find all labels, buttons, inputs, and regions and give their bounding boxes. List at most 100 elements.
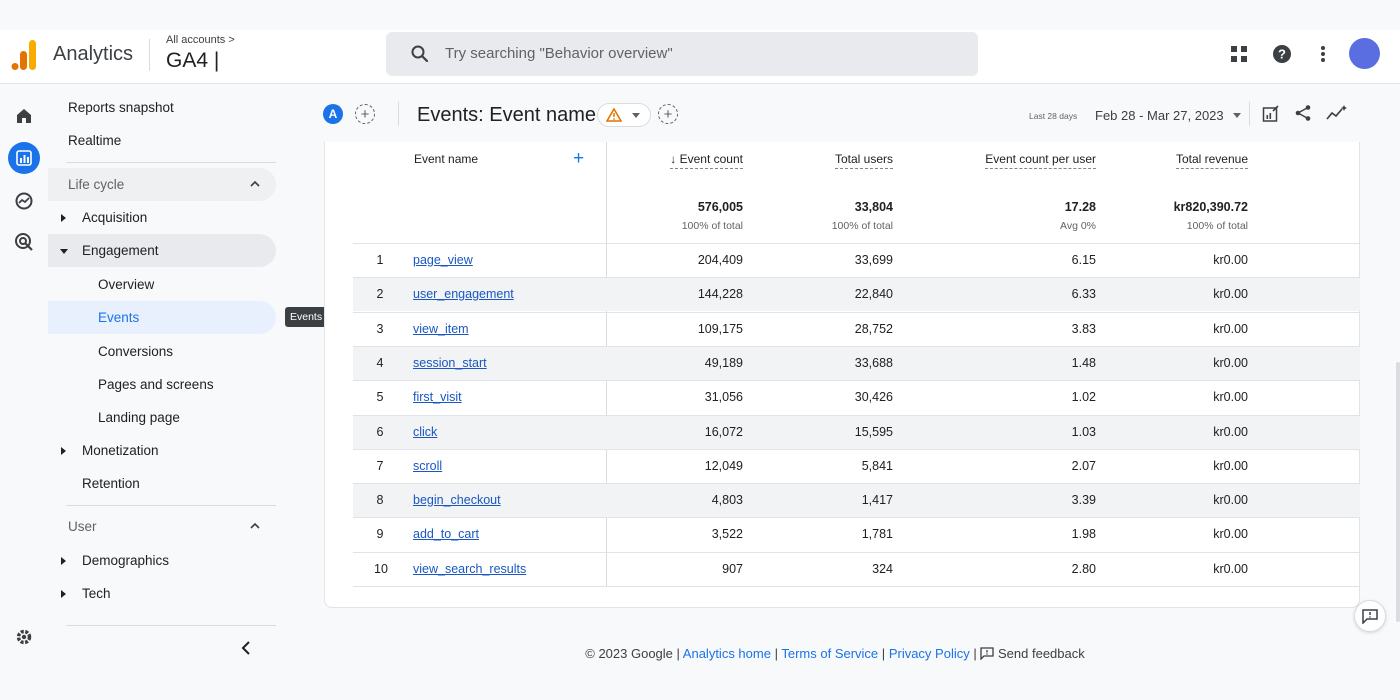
table-row[interactable]: 7 scroll 12,049 5,841 2.07 kr0.00 [353, 448, 1360, 483]
help-icon[interactable]: ? [1268, 40, 1296, 68]
analytics-logo-icon[interactable] [11, 40, 37, 70]
per-user-cell: 1.98 [1071, 527, 1096, 542]
footer-separator: | [881, 646, 886, 661]
property-selector[interactable]: GA4 | [166, 49, 219, 73]
revenue-cell: kr0.00 [1213, 355, 1248, 370]
col-header-event-name[interactable]: Event name [414, 152, 478, 166]
send-feedback-link[interactable]: Send feedback [998, 646, 1085, 661]
event-name-link[interactable]: add_to_cart [413, 527, 479, 541]
privacy-link[interactable]: Privacy Policy [889, 646, 970, 661]
total-users-cell: 22,840 [854, 287, 893, 302]
reports-icon[interactable] [6, 140, 42, 176]
table-row[interactable]: 3 view_item 109,175 28,752 3.83 kr0.00 [353, 311, 1360, 346]
sidebar-item-realtime[interactable]: Realtime [48, 124, 276, 157]
sidebar-item-tech[interactable]: Tech [48, 577, 276, 610]
total-users-cell: 5,841 [861, 458, 893, 473]
home-icon[interactable] [6, 98, 42, 134]
sidebar-item-events[interactable]: Events [48, 301, 276, 334]
share-icon[interactable] [1294, 104, 1312, 122]
event-name-link[interactable]: session_start [413, 356, 487, 370]
per-user-cell: 2.80 [1071, 561, 1096, 576]
feedback-button[interactable] [1354, 600, 1386, 632]
total-per-user: 17.28 [1064, 200, 1096, 214]
more-vert-icon[interactable] [1309, 40, 1337, 68]
caret-down-icon [632, 113, 640, 118]
sidebar-item-acquisition[interactable]: Acquisition [48, 201, 276, 234]
page-scrollbar[interactable] [1396, 362, 1400, 622]
event-name-link[interactable]: view_item [413, 322, 469, 336]
add-filter-icon[interactable]: + [658, 104, 678, 124]
advertising-icon[interactable] [6, 224, 42, 260]
sidebar-item-monetization[interactable]: Monetization [48, 434, 276, 467]
account-breadcrumb[interactable]: All accounts > [166, 34, 235, 46]
top-app-bar: Analytics All accounts > GA4 | Try searc… [0, 30, 1400, 84]
per-user-cell: 1.03 [1071, 424, 1096, 439]
sidebar-item-engagement[interactable]: Engagement [48, 234, 276, 267]
event-name-link[interactable]: page_view [413, 253, 473, 267]
sidebar-item-label: Demographics [82, 553, 170, 568]
sidebar-item-reports-snapshot[interactable]: Reports snapshot [48, 91, 276, 124]
footer: © 2023 Google | Analytics home | Terms o… [0, 646, 1400, 661]
col-header-event-count-per-user[interactable]: Event count per user [985, 152, 1096, 169]
date-caret-icon[interactable] [1233, 113, 1241, 118]
event-name-link[interactable]: scroll [413, 459, 442, 473]
comparison-badge[interactable]: A [323, 104, 343, 124]
apps-grid-icon[interactable] [1225, 40, 1253, 68]
app-name: Analytics [53, 43, 134, 65]
svg-text:?: ? [1278, 47, 1286, 62]
add-comparison-icon[interactable]: + [355, 104, 375, 124]
revenue-cell: kr0.00 [1213, 561, 1248, 576]
filter-warning-chip[interactable] [597, 103, 651, 127]
table-row[interactable]: 1 page_view 204,409 33,699 6.15 kr0.00 [353, 243, 1360, 277]
table-row[interactable]: 9 add_to_cart 3,522 1,781 1.98 kr0.00 [353, 517, 1360, 551]
sidebar-item-conversions[interactable]: Conversions [48, 335, 276, 368]
event-name-link[interactable]: user_engagement [413, 287, 514, 301]
expand-arrow-icon [61, 214, 66, 222]
search-bar[interactable]: Try searching "Behavior overview" [386, 32, 978, 76]
table-row[interactable]: 4 session_start 49,189 33,688 1.48 kr0.00 [353, 345, 1360, 380]
event-name-link[interactable]: click [413, 425, 437, 439]
event-count-cell: 144,228 [697, 287, 743, 302]
event-name-link[interactable]: first_visit [413, 390, 462, 404]
row-rank: 3 [376, 321, 384, 336]
customize-report-icon[interactable] [1262, 105, 1280, 123]
analytics-home-link[interactable]: Analytics home [683, 646, 771, 661]
table-row[interactable]: 5 first_visit 31,056 30,426 1.02 kr0.00 [353, 380, 1360, 414]
date-range-picker[interactable]: Feb 28 - Mar 27, 2023 [1095, 108, 1224, 123]
total-users-cell: 15,595 [854, 424, 893, 439]
event-name-link[interactable]: view_search_results [413, 562, 526, 576]
table-row[interactable]: 10 view_search_results 907 324 2.80 kr0.00 [353, 551, 1360, 586]
table-row[interactable]: 6 click 16,072 15,595 1.03 kr0.00 [353, 414, 1360, 449]
sidebar-item-retention[interactable]: Retention [48, 467, 276, 500]
revenue-cell: kr0.00 [1213, 390, 1248, 405]
total-users-sub: 100% of total [831, 220, 893, 232]
sidebar-section-life-cycle[interactable]: Life cycle [48, 168, 276, 201]
event-count-cell: 31,056 [704, 390, 743, 405]
sidebar-item-landing-page[interactable]: Landing page [48, 401, 276, 434]
table-row[interactable]: 2 user_engagement 144,228 22,840 6.33 kr0.00 [353, 277, 1360, 312]
sidebar-divider [66, 162, 276, 163]
subheader-divider [398, 102, 399, 126]
sidebar-item-demographics[interactable]: Demographics [48, 544, 276, 577]
search-input[interactable]: Try searching "Behavior overview" [445, 45, 673, 62]
table-row[interactable]: 8 begin_checkout 4,803 1,417 3.39 kr0.00 [353, 483, 1360, 518]
event-name-link[interactable]: begin_checkout [413, 493, 501, 507]
col-header-total-revenue[interactable]: Total revenue [1175, 152, 1248, 169]
terms-link[interactable]: Terms of Service [781, 646, 878, 661]
col-header-total-users[interactable]: Total users [834, 152, 893, 169]
revenue-cell: kr0.00 [1213, 527, 1248, 542]
avatar[interactable] [1349, 38, 1380, 69]
explore-icon[interactable] [6, 183, 42, 219]
add-dimension-icon[interactable]: + [573, 148, 584, 170]
sidebar-item-overview[interactable]: Overview [48, 268, 276, 301]
per-user-cell: 3.39 [1071, 493, 1096, 508]
total-users-cell: 33,688 [854, 355, 893, 370]
sidebar-divider [66, 625, 276, 626]
sidebar-item-pages-and-screens[interactable]: Pages and screens [48, 368, 276, 401]
insights-icon[interactable] [1326, 104, 1348, 122]
col-header-event-count[interactable]: ↓ Event count [670, 152, 743, 169]
sidebar-section-user[interactable]: User [48, 510, 276, 543]
sidebar-item-label: Realtime [68, 133, 122, 148]
total-event-count: 576,005 [697, 200, 743, 214]
total-per-user-sub: Avg 0% [1060, 220, 1096, 232]
